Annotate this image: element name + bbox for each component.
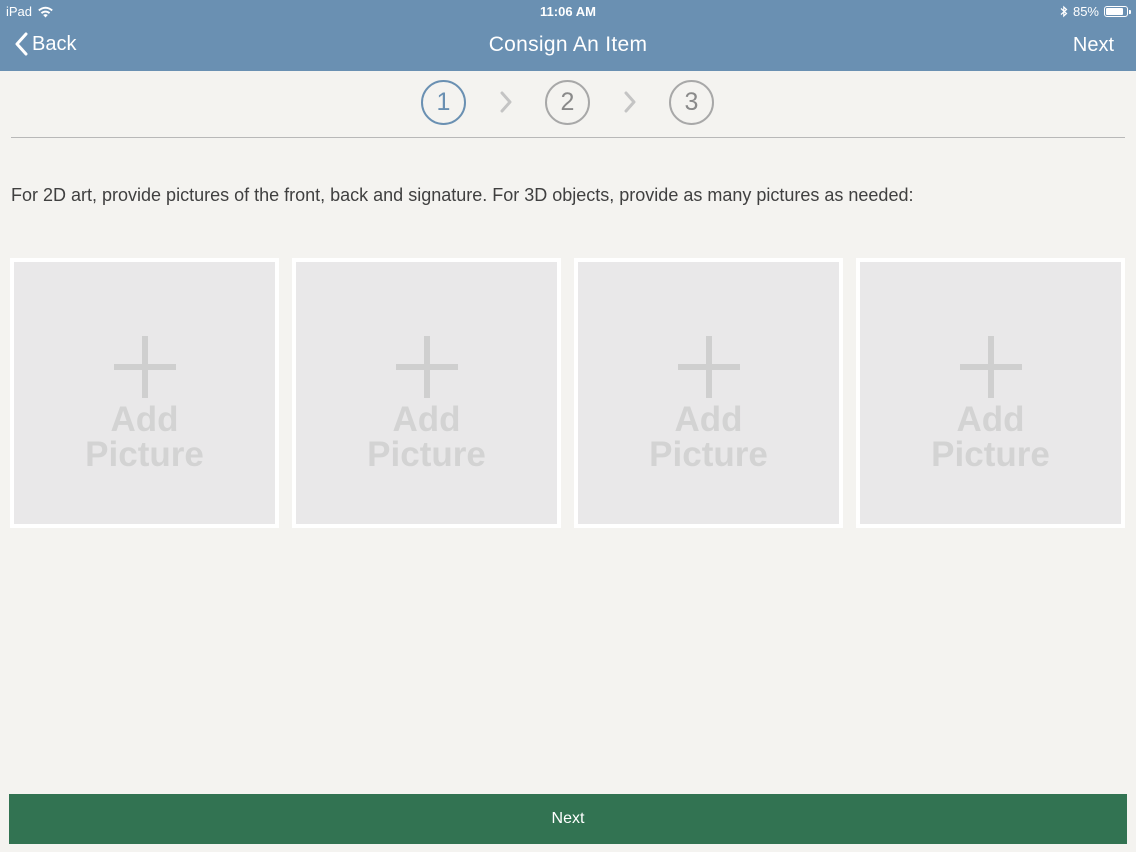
divider bbox=[11, 137, 1125, 138]
step-indicator: 1 2 3 bbox=[0, 79, 1136, 127]
tile-label-line2: Picture bbox=[85, 435, 204, 474]
instructions-text: For 2D art, provide pictures of the fron… bbox=[11, 185, 914, 205]
tile-label-line1: Add bbox=[956, 400, 1025, 439]
plus-icon bbox=[113, 336, 176, 398]
status-bar: iPad 11:06 AM 85% bbox=[0, 0, 1136, 22]
tile-label-line1: Add bbox=[674, 400, 743, 439]
add-picture-tile-3[interactable]: Add Picture bbox=[574, 258, 843, 528]
chevron-right-icon bbox=[500, 91, 512, 113]
tile-label: Add Picture bbox=[296, 402, 557, 472]
tile-label-line2: Picture bbox=[931, 435, 1050, 474]
battery-icon bbox=[1104, 6, 1131, 17]
nav-next-button[interactable]: Next bbox=[1073, 34, 1114, 57]
step-1: 1 bbox=[421, 80, 466, 125]
add-picture-tile-2[interactable]: Add Picture bbox=[292, 258, 561, 528]
next-button[interactable]: Next bbox=[9, 794, 1127, 844]
tile-placeholder: Add Picture bbox=[860, 262, 1121, 524]
bluetooth-icon bbox=[1060, 5, 1068, 18]
tile-label-line2: Picture bbox=[367, 435, 486, 474]
step-3: 3 bbox=[669, 80, 714, 125]
tile-label-line1: Add bbox=[392, 400, 461, 439]
tile-label: Add Picture bbox=[860, 402, 1121, 472]
navigation-bar: iPad 11:06 AM 85% Back Consign An Item N… bbox=[0, 0, 1136, 71]
tile-label: Add Picture bbox=[14, 402, 275, 472]
page-title: Consign An Item bbox=[488, 33, 648, 56]
plus-icon bbox=[677, 336, 740, 398]
status-time: 11:06 AM bbox=[540, 4, 596, 19]
plus-icon bbox=[959, 336, 1022, 398]
tile-label-line2: Picture bbox=[649, 435, 768, 474]
tile-placeholder: Add Picture bbox=[14, 262, 275, 524]
tile-label-line1: Add bbox=[110, 400, 179, 439]
battery-fill bbox=[1106, 8, 1123, 15]
chevron-right-icon bbox=[624, 91, 636, 113]
tile-placeholder: Add Picture bbox=[578, 262, 839, 524]
status-right: 85% bbox=[1060, 4, 1131, 19]
add-picture-tile-1[interactable]: Add Picture bbox=[10, 258, 279, 528]
tile-label: Add Picture bbox=[578, 402, 839, 472]
battery-percent: 85% bbox=[1072, 4, 1099, 19]
add-picture-tile-4[interactable]: Add Picture bbox=[856, 258, 1125, 528]
tile-placeholder: Add Picture bbox=[296, 262, 557, 524]
nav-row: Back Consign An Item Next bbox=[0, 22, 1136, 71]
plus-icon bbox=[395, 336, 458, 398]
step-2: 2 bbox=[545, 80, 590, 125]
